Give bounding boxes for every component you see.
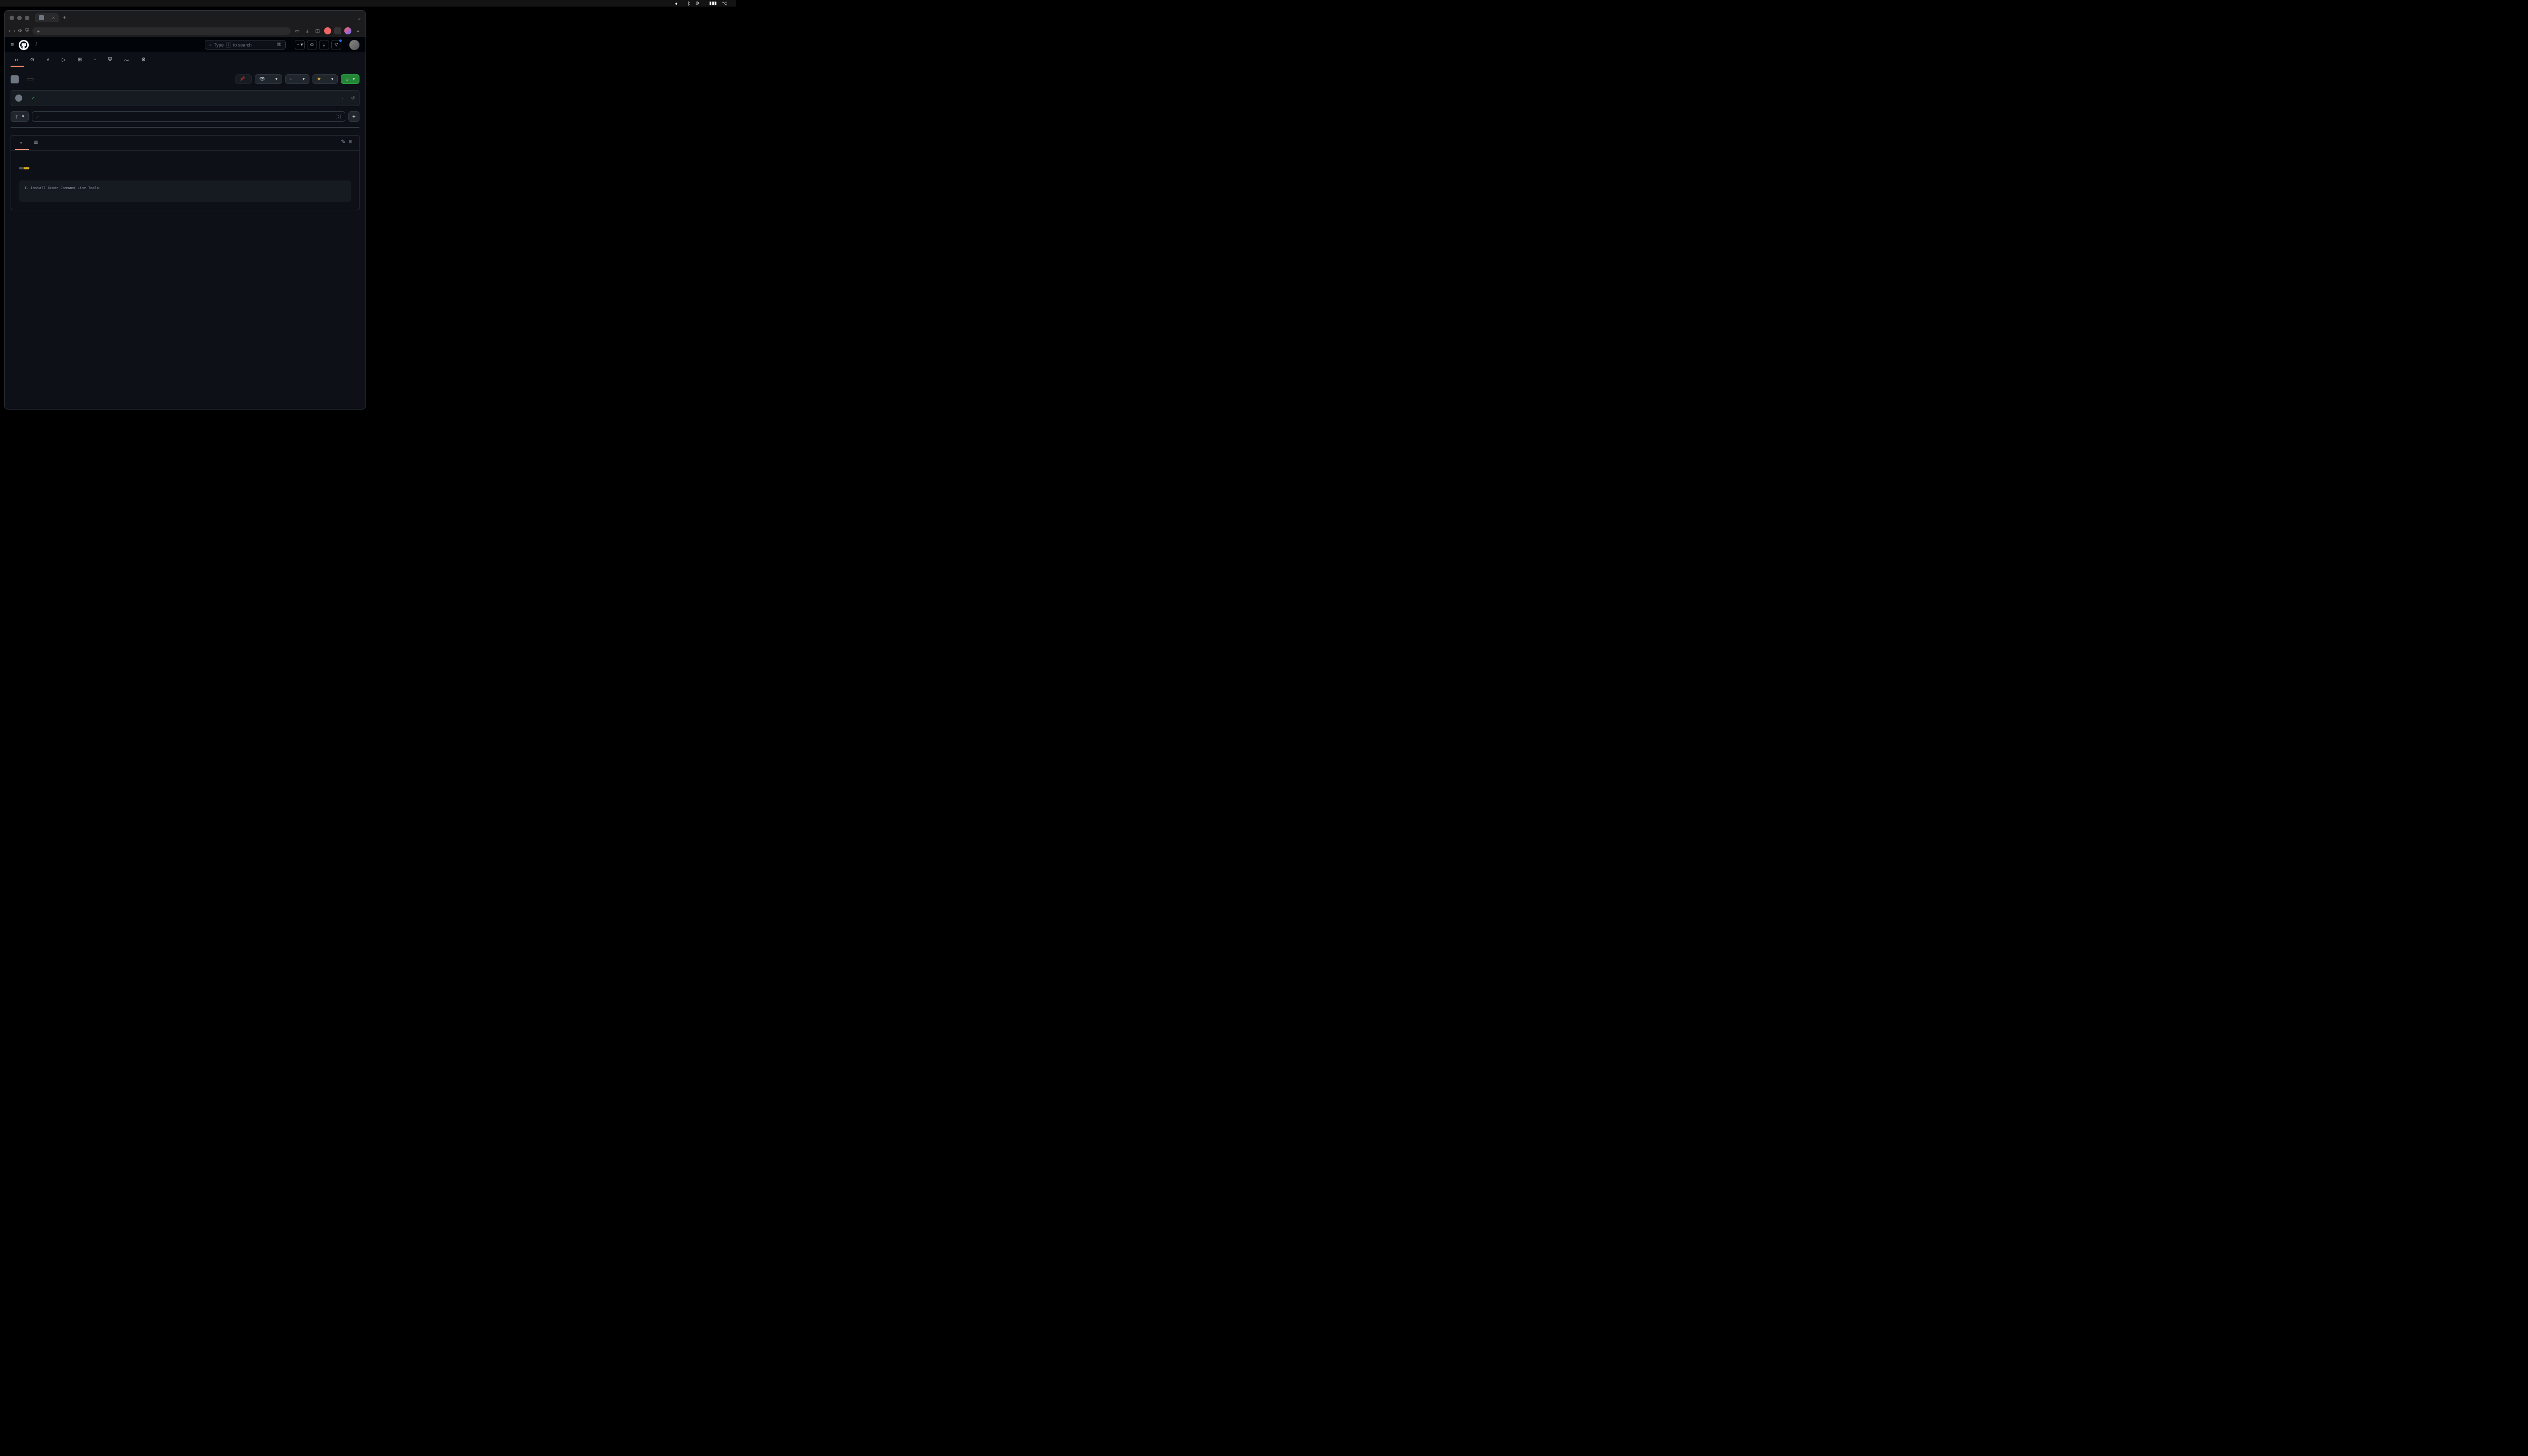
github-header: ≡ / ⌕ Type / to search ⌘ + ▾ ⊙ ⑃ ▽ [5, 37, 366, 53]
tab-security[interactable]: ⛨ [104, 54, 118, 67]
address-bar-row: ‹ › ⟳ ⛨ 🔒︎ ▭ ⤓ ◫ ≡ [5, 25, 366, 37]
shield-icon[interactable]: ⛨ [25, 28, 29, 34]
minimize-window[interactable] [17, 16, 22, 20]
create-button[interactable]: + ▾ [295, 40, 305, 50]
search-icon: ⌕ [36, 114, 39, 119]
close-tab-icon[interactable]: × [52, 15, 55, 20]
status-icon[interactable]: ♦ [675, 1, 678, 6]
pr-icon[interactable]: ⑃ [319, 40, 329, 50]
issues-icon: ⊙ [30, 57, 34, 63]
tab-code[interactable]: ‹› [11, 54, 24, 67]
tab-insights[interactable]: 〜 [120, 53, 135, 68]
url-input[interactable]: 🔒︎ [32, 27, 291, 35]
latest-commit[interactable]: ✓ · ↺ [11, 90, 359, 106]
back-button[interactable]: ‹ [9, 28, 10, 34]
browser-tab[interactable]: × [35, 13, 59, 22]
readme-tab[interactable]: ▫ [15, 135, 29, 150]
code-button[interactable]: ‹› ▾ [341, 74, 359, 84]
lock-icon: 🔒︎ [37, 28, 40, 34]
github-search[interactable]: ⌕ Type / to search ⌘ [205, 40, 286, 50]
window-controls[interactable] [10, 16, 29, 20]
search-placeholder: Type [214, 42, 224, 48]
check-icon: ✓ [31, 96, 35, 101]
browser-tab-bar: × + ⌄ [5, 11, 366, 25]
repo-nav: ‹› ⊙ ⑃ ▷ ⊞ ▫ ⛨ 〜 ⚙ [5, 53, 366, 68]
tab-issues[interactable]: ⊙ [26, 54, 40, 67]
search-placeholder-2: to search [233, 42, 252, 48]
tab-overflow-icon[interactable]: ⌄ [357, 15, 362, 21]
reader-icon[interactable]: ▭ [294, 27, 301, 34]
tab-favicon [39, 15, 44, 20]
browser-window: × + ⌄ ‹ › ⟳ ⛨ 🔒︎ ▭ ⤓ ◫ ≡ ≡ / [4, 10, 366, 410]
control-center-icon[interactable]: ⌥ [722, 1, 727, 6]
readme-body: 1. Install Xcode Command Line Tools: [11, 151, 359, 210]
file-search[interactable]: ⌕ t [32, 111, 345, 122]
battery-icon: ▮▮▮ [709, 1, 717, 6]
file-table [11, 127, 359, 128]
unwatch-button[interactable]: 👁 ▾ [255, 74, 282, 84]
readme-screenshot: 1. Install Xcode Command Line Tools: [19, 180, 351, 202]
tab-pulls[interactable]: ⑃ [42, 54, 56, 67]
command-icon: ⌘ [277, 42, 281, 48]
fork-button[interactable]: ⑂ ▾ [285, 74, 309, 84]
wiki-icon: ▫ [94, 57, 96, 63]
extension-icon[interactable]: ◫ [314, 27, 321, 34]
add-file-button[interactable]: + [348, 111, 359, 122]
edit-readme-icon[interactable]: ✎ [341, 139, 345, 147]
issues-icon[interactable]: ⊙ [307, 40, 317, 50]
forward-button[interactable]: › [13, 28, 15, 34]
license-badge[interactable] [19, 167, 29, 169]
shield-icon: ⛨ [108, 57, 112, 63]
macos-menubar: ♦ ᛒ ⊚ ▮▮▮ ⌥ [0, 0, 736, 7]
projects-icon: ⊞ [78, 57, 82, 63]
repo-content: 📌 👁 ▾ ⑂ ▾ ★ ▾ ‹› ▾ ✓ · ↺ [5, 68, 366, 409]
close-window[interactable] [10, 16, 14, 20]
maximize-window[interactable] [25, 16, 29, 20]
ext3-icon[interactable] [344, 27, 351, 34]
hamburger-icon[interactable]: ≡ [11, 42, 14, 48]
readme-box: ▫ ⚖ ✎ ≡ 1 [11, 135, 359, 210]
license-tab[interactable]: ⚖ [29, 135, 45, 150]
bluetooth-icon[interactable]: ᛒ [688, 1, 690, 6]
user-avatar[interactable] [349, 40, 359, 50]
wifi-icon[interactable]: ⊚ [695, 1, 699, 6]
ext1-icon[interactable] [324, 27, 331, 34]
tab-projects[interactable]: ⊞ [74, 54, 88, 67]
pr-icon: ⑃ [47, 57, 50, 63]
new-tab-button[interactable]: + [63, 14, 66, 21]
repo-main: 📌 👁 ▾ ⑂ ▾ ★ ▾ ‹› ▾ ✓ · ↺ [5, 68, 366, 409]
search-icon: ⌕ [209, 42, 212, 48]
branch-row: ᛘ ▾ ⌕ t + [11, 111, 359, 122]
outline-icon[interactable]: ≡ [349, 139, 352, 147]
pin-button[interactable]: 📌 [235, 74, 252, 84]
branch-select[interactable]: ᛘ ▾ [11, 111, 29, 122]
repo-title-row: 📌 👁 ▾ ⑂ ▾ ★ ▾ ‹› ▾ [11, 74, 359, 84]
tab-wiki[interactable]: ▫ [90, 54, 102, 67]
inbox-icon[interactable]: ▽ [331, 40, 341, 50]
search-kbd: / [226, 42, 231, 48]
commit-avatar [15, 95, 22, 102]
reload-button[interactable]: ⟳ [18, 28, 22, 34]
code-icon: ‹› [15, 57, 18, 63]
menu-icon[interactable]: ≡ [354, 27, 362, 34]
tab-actions[interactable]: ▷ [58, 54, 72, 67]
ext2-icon[interactable] [334, 27, 341, 34]
download-icon[interactable]: ⤓ [304, 27, 311, 34]
breadcrumb: / [34, 42, 38, 48]
gear-icon: ⚙ [141, 57, 146, 63]
github-logo[interactable] [19, 40, 29, 50]
play-icon: ▷ [62, 57, 66, 63]
star-button[interactable]: ★ ▾ [312, 74, 338, 84]
visibility-badge [27, 78, 34, 80]
file-search-kbd: t [336, 114, 341, 119]
repo-icon [11, 75, 19, 83]
graph-icon: 〜 [124, 56, 129, 64]
tab-settings[interactable]: ⚙ [137, 54, 152, 67]
commits-link[interactable]: ↺ [351, 96, 355, 101]
